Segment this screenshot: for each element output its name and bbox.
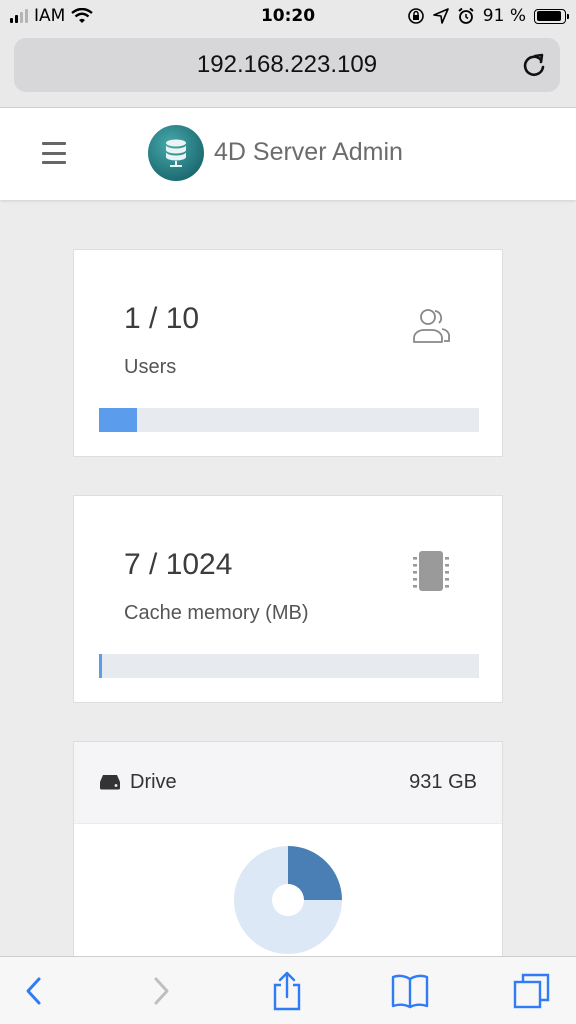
status-bar: IAM 10:20 91 % — [0, 0, 576, 34]
forward-button[interactable] — [141, 971, 181, 1011]
memory-chip-icon — [413, 551, 449, 591]
back-icon — [26, 977, 41, 1005]
users-card: 1 / 10 Users — [73, 249, 503, 457]
cache-memory-card: 7 / 1024 Cache memory (MB) — [73, 495, 503, 703]
users-progress — [99, 408, 479, 432]
tabs-button[interactable] — [512, 971, 552, 1011]
battery-percent: 91 % — [482, 6, 526, 26]
cache-label: Cache memory (MB) — [124, 602, 309, 624]
users-progress-fill — [99, 408, 137, 432]
drive-label: Drive — [130, 771, 177, 793]
battery-icon — [534, 8, 569, 24]
database-logo-icon — [148, 125, 204, 181]
wifi-icon — [71, 8, 94, 23]
carrier-label: IAM — [34, 6, 66, 26]
alarm-icon — [458, 7, 474, 24]
cache-progress — [99, 654, 479, 678]
cache-progress-fill — [99, 654, 102, 678]
share-button[interactable] — [267, 971, 307, 1011]
bookmarks-icon — [391, 974, 429, 1009]
drive-header: Drive 931 GB — [74, 742, 502, 824]
forward-icon — [154, 977, 169, 1005]
donut-used-segment — [288, 846, 342, 900]
users-icon — [413, 309, 450, 343]
browser-address-area: 192.168.223.109 — [0, 34, 576, 108]
url-text: 192.168.223.109 — [196, 51, 378, 78]
app-title: 4D Server Admin — [214, 138, 403, 166]
location-icon — [432, 8, 449, 24]
bookmarks-button[interactable] — [390, 971, 430, 1011]
signal-icon — [10, 9, 28, 23]
status-right: 91 % — [407, 6, 569, 26]
share-icon — [273, 971, 301, 1011]
drive-size: 931 GB — [409, 771, 477, 793]
users-value: 1 / 10 — [124, 302, 200, 335]
reload-icon[interactable] — [520, 51, 548, 79]
address-bar[interactable]: 192.168.223.109 — [14, 38, 560, 92]
cache-value: 7 / 1024 — [124, 548, 233, 581]
drive-card: Drive 931 GB — [73, 741, 503, 971]
back-button[interactable] — [14, 971, 54, 1011]
menu-icon[interactable] — [42, 142, 66, 164]
browser-toolbar — [0, 956, 576, 1024]
users-label: Users — [124, 356, 177, 378]
drive-usage-donut — [234, 846, 342, 954]
app-header: 4D Server Admin — [0, 108, 576, 200]
hard-drive-icon — [100, 775, 120, 790]
orientation-lock-icon — [407, 8, 424, 24]
status-left: IAM — [10, 6, 94, 26]
tabs-icon — [513, 973, 550, 1009]
